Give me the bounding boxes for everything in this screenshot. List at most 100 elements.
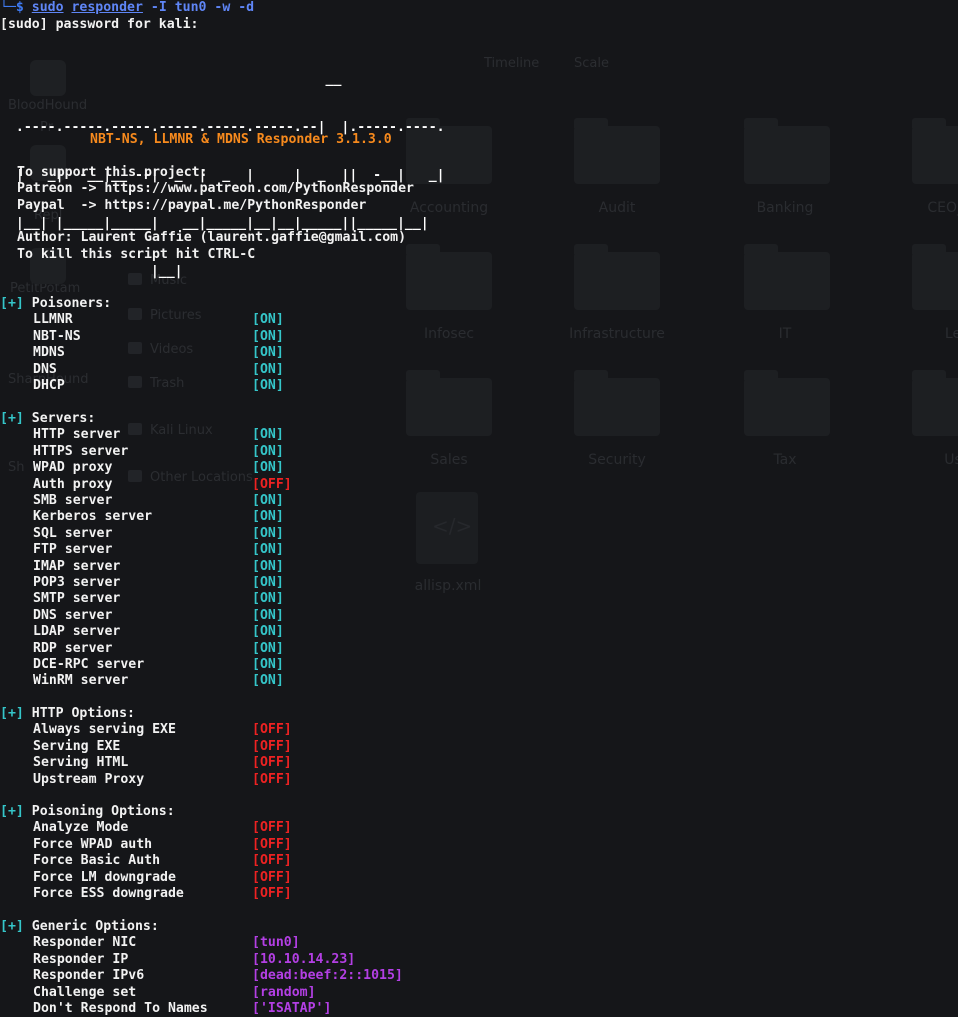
- bg-breadcrumb: Scale: [574, 56, 609, 71]
- option-row: WinRM server [ON]: [0, 673, 600, 689]
- section-header: [+] Servers:: [0, 411, 95, 427]
- option-row: Responder IP [10.10.14.23]: [0, 952, 600, 968]
- option-row: Auth proxy [OFF]: [0, 477, 600, 493]
- option-label: Responder IPv6: [33, 968, 145, 984]
- option-label: Analyze Mode: [33, 820, 129, 836]
- option-row: HTTPS server [ON]: [0, 444, 600, 460]
- option-label: IMAP server: [33, 558, 121, 574]
- option-status: [ON]: [252, 673, 284, 689]
- section-title: Generic Options:: [23, 919, 159, 934]
- option-label: LLMNR: [33, 312, 73, 328]
- option-row: SMB server [ON]: [0, 493, 600, 509]
- option-label: DNS: [33, 361, 57, 377]
- option-row: Serving EXE [OFF]: [0, 739, 600, 755]
- option-status: [random]: [252, 984, 316, 1000]
- option-row: POP3 server [ON]: [0, 575, 600, 591]
- option-status: [OFF]: [252, 820, 292, 836]
- option-row: Upstream Proxy [OFF]: [0, 772, 600, 788]
- option-row: Always serving EXE [OFF]: [0, 722, 600, 738]
- option-row: WPAD proxy [ON]: [0, 460, 600, 476]
- folder-icon: [744, 118, 830, 184]
- section-marker: [+]: [0, 804, 24, 819]
- option-row: HTTP server [ON]: [0, 427, 600, 443]
- option-row: SQL server [ON]: [0, 526, 600, 542]
- option-label: Serving EXE: [33, 738, 121, 754]
- option-row: DNS server [ON]: [0, 608, 600, 624]
- option-label: Always serving EXE: [33, 722, 176, 738]
- section-marker: [+]: [0, 296, 24, 311]
- option-row: DNS [ON]: [0, 362, 600, 378]
- folder-icon: [912, 370, 958, 436]
- option-status: [OFF]: [252, 771, 292, 787]
- option-status: [OFF]: [252, 722, 292, 738]
- option-status: [ON]: [252, 345, 284, 361]
- option-label: Force WPAD auth: [33, 836, 153, 852]
- option-status: [ON]: [252, 558, 284, 574]
- option-row: Force Basic Auth [OFF]: [0, 853, 600, 869]
- option-label: HTTP server: [33, 427, 121, 443]
- command-args: -I tun0 -w -d: [142, 0, 255, 15]
- option-row: Serving HTML [OFF]: [0, 755, 600, 771]
- folder-icon: [574, 244, 660, 310]
- option-row: NBT-NS [ON]: [0, 329, 600, 345]
- folder-label: Us: [944, 452, 958, 468]
- option-label: MDNS: [33, 345, 65, 361]
- option-row: Kerberos server [ON]: [0, 509, 600, 525]
- option-status: [ON]: [252, 509, 284, 525]
- option-status: [ON]: [252, 328, 284, 344]
- folder-label: Audit: [598, 200, 636, 216]
- paypal-link: Paypal -> https://paypal.me/PythonRespon…: [17, 198, 367, 213]
- section-title: Poisoning Options:: [23, 804, 175, 819]
- kill-hint: To kill this script hit CTRL-C: [17, 247, 256, 262]
- section-title: HTTP Options:: [23, 706, 135, 721]
- option-label: Responder NIC: [33, 935, 137, 951]
- command-line: └─$ sudo responder -I tun0 -w -d: [0, 0, 254, 16]
- option-status: [ON]: [252, 542, 284, 558]
- option-row: Responder NIC [tun0]: [0, 935, 600, 951]
- section-marker: [+]: [0, 706, 24, 721]
- option-label: SQL server: [33, 525, 113, 541]
- folder-label: Banking: [756, 200, 814, 216]
- patreon-link: Patreon -> https://www.patreon.com/Pytho…: [17, 181, 414, 196]
- option-label: WinRM server: [33, 673, 129, 689]
- option-status: [ON]: [252, 361, 284, 377]
- option-row: DHCP [ON]: [0, 378, 600, 394]
- option-row: Force LM downgrade [OFF]: [0, 870, 600, 886]
- folder-label: Le: [944, 326, 958, 342]
- option-status: [ON]: [252, 525, 284, 541]
- option-label: DNS server: [33, 607, 113, 623]
- option-status: [tun0]: [252, 935, 300, 951]
- folder-icon: [574, 118, 660, 184]
- option-status: [ON]: [252, 493, 284, 508]
- section-marker: [+]: [0, 411, 24, 426]
- option-label: Don't Respond To Names: [33, 1001, 208, 1016]
- banner-line: |__|: [0, 264, 183, 279]
- option-status: [10.10.14.23]: [252, 951, 356, 967]
- option-label: Upstream Proxy: [33, 771, 145, 787]
- option-status: [OFF]: [252, 853, 292, 869]
- bg-breadcrumb: Timeline: [484, 56, 540, 71]
- option-row: Don't Respond To Names ['ISATAP']: [0, 1001, 600, 1017]
- option-label: POP3 server: [33, 575, 121, 590]
- option-status: [OFF]: [252, 755, 292, 771]
- folder-icon: [744, 244, 830, 310]
- responder-title: NBT-NS, LLMNR & MDNS Responder 3.1.3.0: [90, 132, 392, 147]
- option-label: Force LM downgrade: [33, 869, 176, 885]
- option-status: [ON]: [252, 624, 284, 640]
- option-status: [ON]: [252, 575, 284, 590]
- option-row: LLMNR [ON]: [0, 312, 600, 328]
- option-row: MDNS [ON]: [0, 345, 600, 361]
- option-label: RDP server: [33, 640, 113, 656]
- option-label: DHCP: [33, 378, 65, 393]
- author-text: Author: Laurent Gaffie (laurent.gaffie@g…: [17, 230, 407, 245]
- section-title: Poisoners:: [23, 296, 112, 311]
- option-label: HTTPS server: [33, 443, 129, 459]
- folder-icon: [912, 118, 958, 184]
- option-status: [ON]: [252, 657, 284, 672]
- section-marker: [+]: [0, 919, 24, 934]
- option-status: [ON]: [252, 607, 284, 623]
- option-status: [dead:beef:2::1015]: [252, 968, 403, 984]
- section-header: [+] Poisoning Options:: [0, 804, 175, 820]
- option-row: Challenge set [random]: [0, 985, 600, 1001]
- folder-icon: [912, 244, 958, 310]
